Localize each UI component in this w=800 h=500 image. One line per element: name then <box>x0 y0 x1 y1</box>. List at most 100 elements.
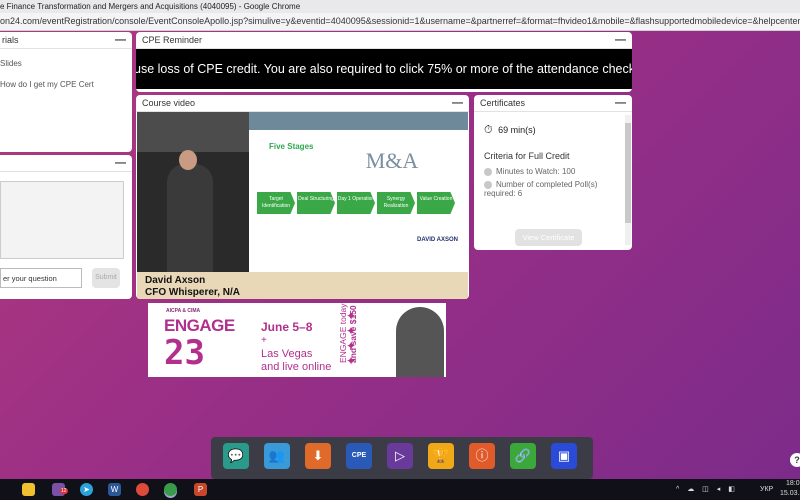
minimize-icon[interactable]: — <box>615 95 626 111</box>
certificate-duration: 69 min(s) <box>498 125 536 135</box>
certificates-header: Certificates — <box>474 95 632 112</box>
download-button[interactable]: ⬇ <box>305 443 331 469</box>
slide-title: Five Stages <box>269 142 314 151</box>
link-icon: 🔗 <box>514 448 532 463</box>
criteria-item-polls: Number of completed Poll(s) required: 6 <box>474 176 614 198</box>
trophy-button[interactable]: 🏆 <box>428 443 454 469</box>
window-title: e Finance Transformation and Mergers and… <box>0 2 301 11</box>
status-dot-icon <box>484 180 492 189</box>
submit-label: Submit <box>95 274 117 281</box>
qa-messages <box>0 181 124 259</box>
chrome-active-icon[interactable] <box>164 483 177 496</box>
cpe-reminder-panel: CPE Reminder — use loss of CPE credit. Y… <box>136 32 632 92</box>
taskbar: 12 ➤ W P ^ ☁ ◫ ◂ ◧ УКР 18:0 15.03.2 <box>0 479 800 500</box>
explorer-icon[interactable] <box>22 483 35 496</box>
cpe-button[interactable]: CPE <box>346 443 372 469</box>
tray-icons: ^ ☁ ◫ ◂ ◧ <box>676 486 738 493</box>
engage-banner[interactable]: AICPA & CIMA ENGAGE 23 June 5–8 + Las Ve… <box>148 303 446 377</box>
minimize-icon[interactable]: — <box>452 95 463 111</box>
stage-2: Deal Structuring <box>297 192 335 214</box>
banner-plus: + <box>261 335 267 346</box>
scrollbar[interactable] <box>625 115 631 245</box>
help-icon[interactable]: ? <box>790 453 800 467</box>
play-button[interactable]: ▷ <box>387 443 413 469</box>
banner-brand: AICPA & CIMA <box>166 308 201 314</box>
qa-header: — <box>0 155 132 172</box>
stage-5: Value Creation <box>417 192 455 214</box>
powerpoint-icon[interactable]: P <box>194 483 207 496</box>
chat-button[interactable]: 💬 <box>223 443 249 469</box>
materials-title: rials <box>2 35 19 45</box>
view-certificate-label: View Certificate <box>522 233 575 242</box>
material-item-cpe-cert[interactable]: How do I get my CPE Cert <box>0 76 128 97</box>
stage-light <box>137 112 249 152</box>
chrome-icon[interactable] <box>136 483 149 496</box>
info-icon: ⓘ <box>475 448 489 463</box>
course-video-header: Course video — <box>136 95 469 112</box>
speaker-figure <box>167 164 213 272</box>
trophy-icon: 🏆 <box>432 448 450 463</box>
people-button[interactable]: 👥 <box>264 443 290 469</box>
material-item-slides[interactable]: Slides <box>0 55 128 76</box>
address-bar[interactable]: on24.com/eventRegistration/console/Event… <box>0 13 800 31</box>
criteria-polls-text: Number of completed Poll(s) required: 6 <box>484 180 598 198</box>
banner-promo-line1: ENGAGE today <box>338 303 348 363</box>
play-icon: ▷ <box>395 448 405 463</box>
materials-header: rials — <box>0 32 132 49</box>
stage-1: Target Identification <box>257 192 295 214</box>
criteria-item-minutes: Minutes to Watch: 100 <box>474 163 632 176</box>
banner-promo-line2: and save $150 <box>348 305 358 363</box>
video-player[interactable]: Five Stages M&A Target Identification De… <box>137 112 468 299</box>
stage-4: Synergy Realization <box>377 192 415 214</box>
minimize-icon[interactable]: — <box>115 32 126 48</box>
speaker-lower-third: David Axson CFO Whisperer, N/A <box>137 272 468 299</box>
link-button[interactable]: 🔗 <box>510 443 536 469</box>
banner-online: and live online <box>261 361 332 373</box>
stages-diagram: Target Identification Deal Structuring D… <box>257 192 455 214</box>
people-icon: 👥 <box>268 448 286 463</box>
slide-graphic: M&A <box>365 148 419 173</box>
speaker-head <box>179 150 197 170</box>
banner-dates: June 5–8 <box>261 320 313 334</box>
scrollbar-thumb[interactable] <box>625 123 631 223</box>
question-input[interactable]: er your question <box>0 268 82 288</box>
cpe-icon: CPE <box>351 452 367 459</box>
cpe-reminder-ticker: use loss of CPE credit. You are also req… <box>136 49 632 89</box>
stage-3: Day 1 Operation <box>337 192 375 214</box>
submit-button[interactable]: Submit <box>92 268 120 288</box>
banner-location: Las Vegas <box>261 348 313 360</box>
course-video-title: Course video <box>142 98 196 108</box>
keyboard-language[interactable]: УКР <box>760 485 773 495</box>
url-text: on24.com/eventRegistration/console/Event… <box>0 16 800 26</box>
certificates-panel: Certificates — ⏱ 69 min(s) Criteria for … <box>474 95 632 250</box>
presentation-button[interactable]: ▣ <box>551 443 577 469</box>
window-title-bar: e Finance Transformation and Mergers and… <box>0 0 800 13</box>
chat-icon: 💬 <box>227 448 245 463</box>
slide-logo: DAVID AXSON <box>416 237 458 243</box>
speaker-role: CFO Whisperer, N/A <box>145 287 241 298</box>
banner-promo: ENGAGE today and save $150 <box>338 303 358 363</box>
certificates-title: Certificates <box>480 98 526 108</box>
view-certificate-button[interactable]: View Certificate <box>515 229 582 246</box>
minimize-icon[interactable]: — <box>115 155 126 171</box>
cpe-reminder-message: use loss of CPE credit. You are also req… <box>136 62 632 76</box>
materials-panel: rials — Slides How do I get my CPE Cert <box>0 32 132 152</box>
banner-person-image <box>396 307 444 377</box>
clock-date: 15.03.2 <box>780 490 800 497</box>
speaker-video <box>137 112 249 272</box>
minimize-icon[interactable]: — <box>615 32 626 48</box>
slide-top-band <box>249 112 468 130</box>
cpe-reminder-header: CPE Reminder — <box>136 32 632 49</box>
word-icon[interactable]: W <box>108 483 121 496</box>
telegram-icon[interactable]: ➤ <box>80 483 93 496</box>
info-button[interactable]: ⓘ <box>469 443 495 469</box>
course-video-panel: Course video — Five Stages M&A Target Id… <box>136 95 469 299</box>
status-dot-icon <box>484 167 492 176</box>
clock-time: 18:0 <box>786 480 800 487</box>
presentation-icon: ▣ <box>557 448 571 463</box>
banner-year: 23 <box>164 333 205 373</box>
speaker-name: David Axson <box>145 275 206 286</box>
question-placeholder: er your question <box>3 274 57 283</box>
viber-badge: 12 <box>60 488 68 494</box>
stopwatch-icon: ⏱ <box>484 124 493 136</box>
